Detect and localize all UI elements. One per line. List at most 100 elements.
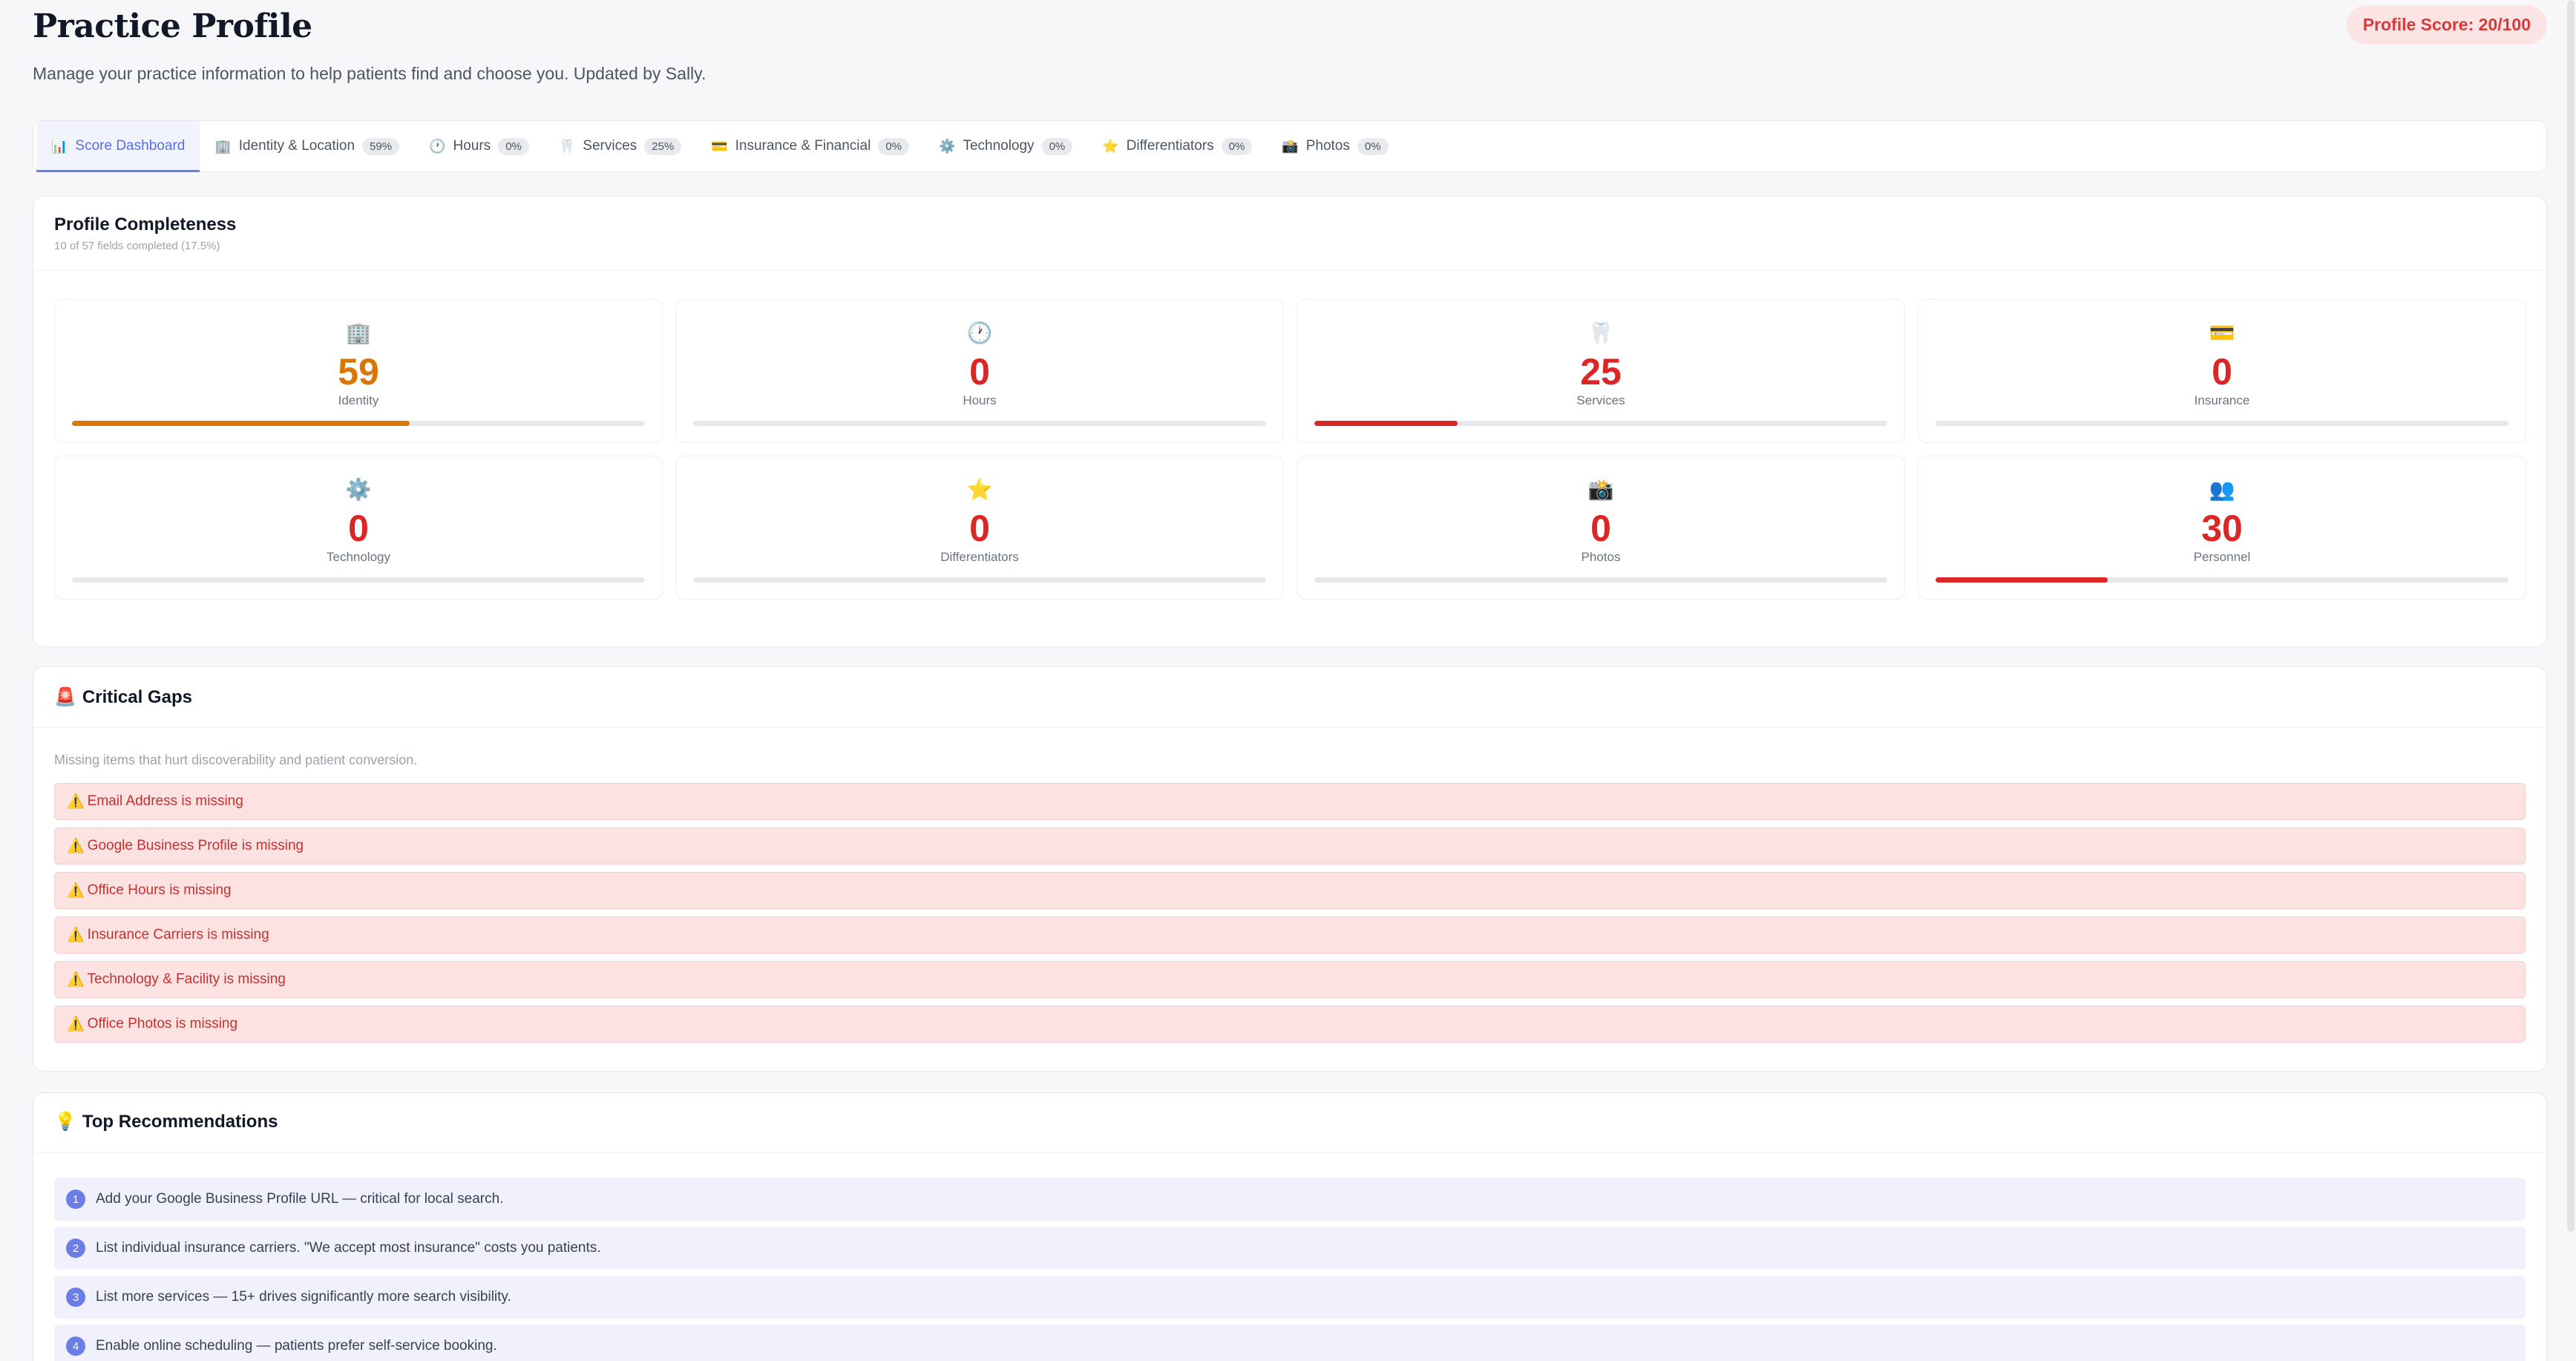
stat-card-services[interactable]: 🦷 25 Services: [1297, 299, 1905, 443]
tab-label: Services: [583, 138, 638, 154]
tab-label: Hours: [453, 138, 491, 154]
stat-card-insurance[interactable]: 💳 0 Insurance: [1918, 299, 2526, 443]
warning-icon: ⚠️: [67, 883, 85, 899]
completeness-subtitle: 10 of 57 fields completed (17.5%): [54, 240, 220, 252]
stat-card-identity[interactable]: 🏢 59 Identity: [54, 299, 663, 443]
recommendation-item[interactable]: 1 Add your Google Business Profile URL — …: [54, 1178, 2526, 1221]
stat-value: 59: [338, 351, 379, 393]
recommendation-item[interactable]: 2 List individual insurance carriers. "We…: [54, 1227, 2526, 1270]
profile-score-badge: Profile Score: 20/100: [2346, 5, 2547, 45]
tab-identity-location[interactable]: 🏢 Identity & Location 59%: [200, 121, 414, 171]
credit-card-icon: 💳: [2209, 321, 2235, 344]
recommendation-item[interactable]: 3 List more services — 15+ drives signifi…: [54, 1276, 2526, 1319]
stat-label: Hours: [963, 393, 997, 407]
tab-differentiators[interactable]: ⭐ Differentiators 0%: [1087, 121, 1267, 171]
tab-insurance-financial[interactable]: 💳 Insurance & Financial 0%: [696, 121, 924, 171]
tab-percent-badge: 0%: [1221, 137, 1253, 155]
clock-icon: 🕐: [966, 321, 993, 344]
recommendation-item[interactable]: 4 Enable online scheduling — patients pre…: [54, 1325, 2526, 1361]
profile-tabs: 📊 Score Dashboard 🏢 Identity & Location …: [33, 120, 2547, 172]
people-icon: 👥: [2209, 478, 2235, 501]
stat-card-personnel[interactable]: 👥 30 Personnel: [1918, 456, 2526, 600]
tab-percent-badge: 0%: [1041, 137, 1073, 155]
stat-card-hours[interactable]: 🕐 0 Hours: [675, 299, 1284, 443]
gaps-title: Critical Gaps: [82, 686, 192, 707]
gap-list: ⚠️ Email Address is missing ⚠️ Google Busi…: [54, 783, 2526, 1050]
stat-value: 0: [969, 508, 990, 549]
page-header: Practice Profile Manage your practice in…: [33, 0, 2547, 104]
warning-icon: ⚠️: [67, 928, 85, 943]
recommendations-card: 💡 Top Recommendations 1 Add your Google B…: [33, 1092, 2547, 1361]
gap-text: Technology & Facility is missing: [87, 971, 286, 987]
recommendation-number: 3: [66, 1288, 85, 1307]
tab-label: Differentiators: [1126, 138, 1214, 154]
tab-score-dashboard[interactable]: 📊 Score Dashboard: [36, 121, 200, 172]
stat-card-differentiators[interactable]: ⭐ 0 Differentiators: [675, 456, 1284, 600]
warning-icon: ⚠️: [67, 972, 85, 988]
camera-icon: 📸: [1587, 478, 1614, 501]
recommendation-text: List individual insurance carriers. "We …: [96, 1240, 601, 1256]
tooth-icon: 🦷: [1587, 321, 1614, 344]
tab-label: Identity & Location: [238, 138, 355, 154]
recommendations-title: Top Recommendations: [82, 1111, 278, 1132]
recommendation-text: List more services — 15+ drives signific…: [96, 1289, 511, 1305]
progress-fill: [1936, 577, 2108, 583]
progress-bar: [1314, 421, 1887, 426]
card-header: 💡 Top Recommendations: [33, 1093, 2546, 1152]
gap-text: Insurance Carriers is missing: [87, 927, 269, 942]
clock-icon: 🕐: [429, 138, 446, 154]
practice-profile-page: Practice Profile Manage your practice in…: [33, 0, 2547, 1361]
warning-icon: ⚠️: [67, 1017, 85, 1032]
tab-percent-badge: 0%: [878, 137, 910, 155]
tooth-icon: 🦷: [558, 138, 576, 154]
gap-item: ⚠️ Google Business Profile is missing: [54, 827, 2526, 865]
stat-value: 30: [2201, 508, 2243, 549]
gaps-note: Missing items that hurt discoverability …: [54, 752, 418, 767]
building-icon: 🏢: [345, 321, 372, 344]
alarm-icon: 🚨: [54, 687, 76, 707]
progress-bar: [72, 421, 645, 426]
gap-text: Office Photos is missing: [87, 1016, 238, 1032]
gap-item: ⚠️ Technology & Facility is missing: [54, 961, 2526, 998]
gap-item: ⚠️ Email Address is missing: [54, 783, 2526, 820]
gap-text: Email Address is missing: [87, 793, 243, 809]
profile-completeness-card: Profile Completeness 10 of 57 fields com…: [33, 196, 2547, 647]
stat-label: Personnel: [2193, 550, 2251, 564]
critical-gaps-card: 🚨 Critical Gaps Missing items that hurt …: [33, 666, 2547, 1072]
recommendation-number: 1: [66, 1190, 85, 1209]
credit-card-icon: 💳: [711, 138, 728, 154]
stat-card-photos[interactable]: 📸 0 Photos: [1297, 456, 1905, 600]
gear-icon: ⚙️: [939, 138, 956, 154]
recommendation-list: 1 Add your Google Business Profile URL — …: [54, 1178, 2526, 1361]
progress-fill: [1314, 421, 1458, 426]
warning-icon: ⚠️: [67, 794, 85, 810]
tab-label: Insurance & Financial: [735, 138, 871, 154]
tab-photos[interactable]: 📸 Photos 0%: [1267, 121, 1403, 171]
star-icon: ⭐: [1102, 138, 1119, 154]
tab-percent-badge: 0%: [498, 137, 529, 155]
building-icon: 🏢: [214, 138, 232, 154]
recommendation-number: 4: [66, 1337, 85, 1356]
page-subtitle: Manage your practice information to help…: [33, 64, 707, 83]
page-scrollbar[interactable]: [2567, 0, 2575, 1232]
stat-value: 0: [348, 508, 369, 549]
recommendation-text: Enable online scheduling — patients pref…: [96, 1338, 497, 1354]
stat-value: 0: [2212, 351, 2232, 393]
gap-item: ⚠️ Office Photos is missing: [54, 1006, 2526, 1043]
warning-icon: ⚠️: [67, 839, 85, 854]
tab-technology[interactable]: ⚙️ Technology 0%: [924, 121, 1087, 171]
tab-percent-badge: 0%: [1357, 137, 1389, 155]
gap-item: ⚠️ Office Hours is missing: [54, 872, 2526, 909]
card-header: 🚨 Critical Gaps: [33, 667, 2546, 728]
star-icon: ⭐: [966, 478, 993, 501]
gaps-heading: 🚨 Critical Gaps: [54, 686, 2526, 708]
tab-services[interactable]: 🦷 Services 25%: [544, 121, 696, 171]
tab-percent-badge: 59%: [362, 137, 400, 155]
stat-value: 25: [1580, 351, 1622, 393]
progress-bar: [72, 577, 645, 583]
tab-hours[interactable]: 🕐 Hours 0%: [414, 121, 544, 171]
stat-card-technology[interactable]: ⚙️ 0 Technology: [54, 456, 663, 600]
progress-bar: [1936, 577, 2508, 583]
camera-icon: 📸: [1282, 138, 1299, 154]
recommendation-text: Add your Google Business Profile URL — c…: [96, 1191, 504, 1207]
